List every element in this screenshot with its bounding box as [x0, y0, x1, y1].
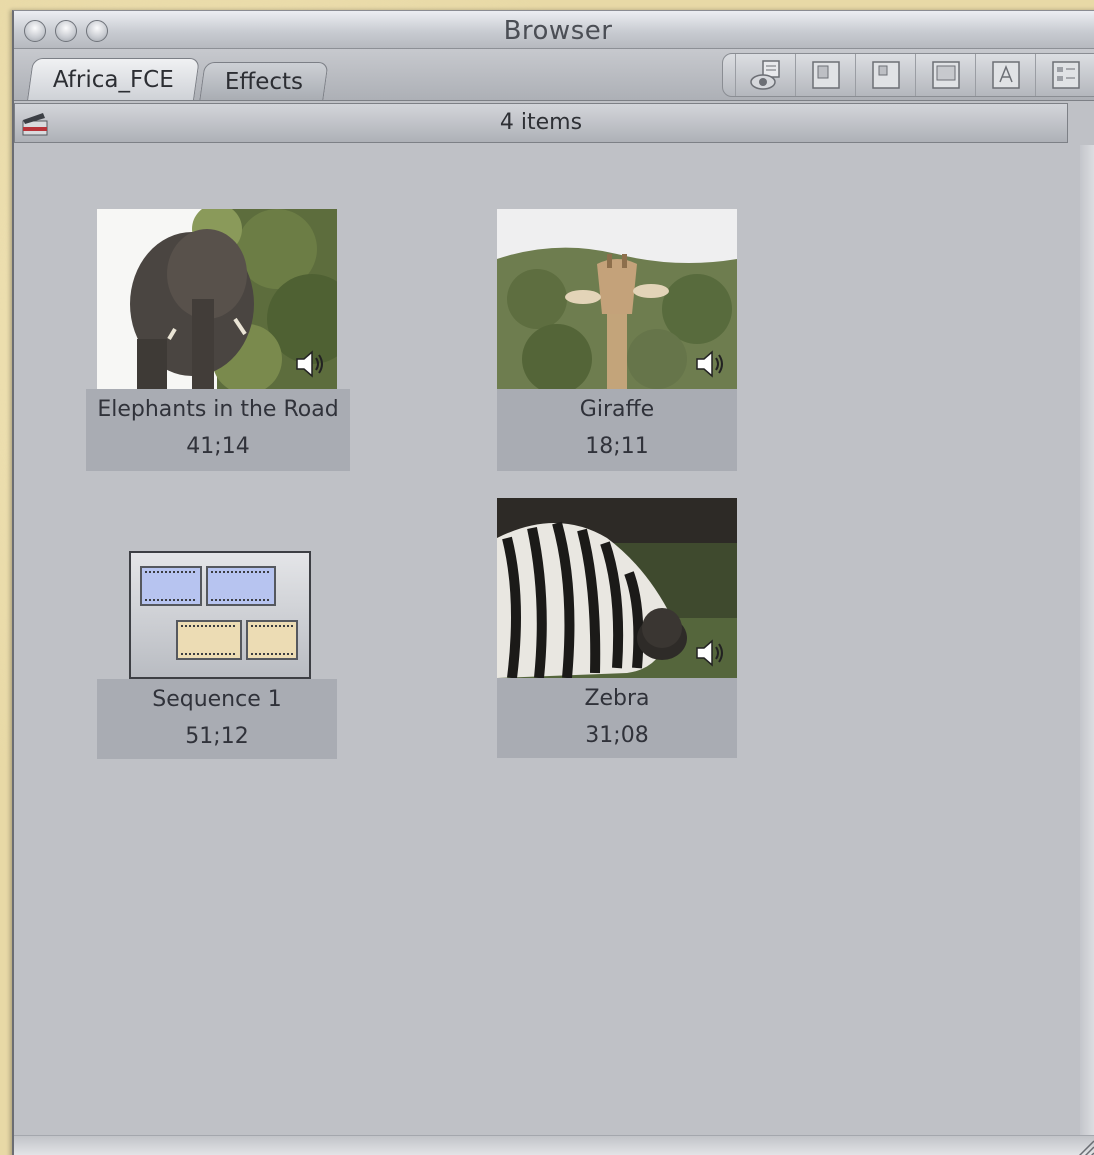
sequence-timeline-graphic	[140, 566, 298, 660]
status-bar: 4 items	[14, 103, 1068, 143]
tab-effects[interactable]: Effects	[199, 62, 329, 100]
speaker-icon	[296, 350, 323, 378]
tab-africa-fce[interactable]: Africa_FCE	[27, 58, 200, 100]
list-view-icon	[1051, 61, 1080, 89]
text-view-button[interactable]	[975, 54, 1035, 96]
small-icon-view-button[interactable]	[915, 54, 975, 96]
browser-window: Browser Effects Africa_FCE 4 items Eleph…	[12, 10, 1094, 1155]
text-view-icon	[991, 61, 1020, 89]
clip-thumbnail[interactable]	[97, 209, 337, 389]
eye-icon	[749, 60, 780, 90]
large-icon-view-button[interactable]	[795, 54, 855, 96]
clip-thumbnail[interactable]	[497, 498, 737, 678]
sequence-caption: Sequence 1 51;12	[97, 679, 337, 759]
list-view-button[interactable]	[1035, 54, 1094, 96]
tab-africa-fce-label: Africa_FCE	[52, 66, 174, 93]
resize-grip-icon[interactable]	[1074, 1137, 1094, 1155]
clip-caption: Zebra 31;08	[497, 678, 737, 758]
window-title: Browser	[503, 16, 613, 46]
clip-caption: Giraffe 18;11	[497, 389, 737, 471]
view-medium-icon	[871, 61, 900, 89]
sequence-icon[interactable]	[129, 551, 311, 679]
sequence-name: Sequence 1	[152, 687, 282, 712]
clip-duration: 31;08	[585, 723, 649, 748]
right-edge	[1080, 145, 1094, 1135]
bottom-bar	[14, 1135, 1094, 1155]
clip-duration: 18;11	[585, 434, 649, 459]
tab-effects-label: Effects	[224, 68, 304, 95]
clip-thumbnail[interactable]	[497, 209, 737, 389]
title-bar[interactable]: Browser	[14, 11, 1094, 49]
clip-duration: 41;14	[186, 434, 250, 459]
speaker-icon	[696, 639, 723, 667]
item-count: 4 items	[499, 110, 583, 135]
view-large-icon	[811, 61, 840, 89]
clip-name: Elephants in the Road	[97, 397, 339, 422]
speaker-icon	[696, 350, 723, 378]
clip-name: Giraffe	[579, 397, 655, 422]
view-small-icon	[931, 61, 960, 89]
view-toolbar	[722, 53, 1094, 97]
browser-content: Elephants in the Road 41;14 Giraffe 18;1…	[14, 145, 1068, 1135]
clip-caption: Elephants in the Road 41;14	[86, 389, 350, 471]
preview-button[interactable]	[735, 54, 795, 96]
clip-name: Zebra	[584, 686, 650, 711]
sequence-duration: 51;12	[185, 724, 249, 749]
medium-icon-view-button[interactable]	[855, 54, 915, 96]
